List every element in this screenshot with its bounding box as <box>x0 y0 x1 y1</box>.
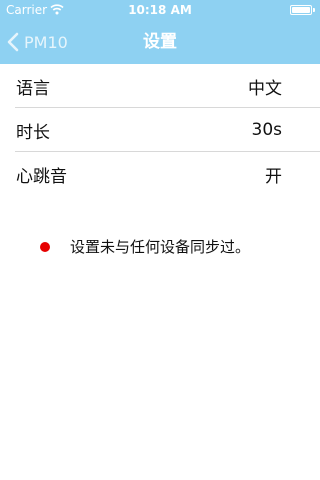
setting-value: 中文 <box>248 78 282 99</box>
chevron-left-icon <box>7 32 19 52</box>
settings-list: 语言 中文 时长 30s 心跳音 开 <box>0 64 320 196</box>
setting-row-duration[interactable]: 时长 30s <box>0 108 320 152</box>
setting-value: 开 <box>265 166 282 187</box>
setting-row-heartbeat-sound[interactable]: 心跳音 开 <box>0 152 320 196</box>
sync-notice: 设置未与任何设备同步过。 <box>40 236 250 257</box>
status-time: 10:18 AM <box>128 3 192 17</box>
back-label: PM10 <box>24 32 68 52</box>
setting-label: 心跳音 <box>16 166 67 187</box>
setting-value: 30s <box>251 120 283 140</box>
setting-label: 语言 <box>16 78 50 99</box>
navigation-bar: PM10 设置 <box>0 20 320 64</box>
setting-row-language[interactable]: 语言 中文 <box>0 64 320 108</box>
status-bar: Carrier 10:18 AM <box>0 0 320 20</box>
battery-icon <box>290 5 312 15</box>
status-dot-icon <box>40 241 50 252</box>
setting-label: 时长 <box>16 122 50 143</box>
back-button[interactable]: PM10 <box>6 20 68 64</box>
battery-tip <box>313 8 315 12</box>
sync-notice-text: 设置未与任何设备同步过。 <box>70 238 251 256</box>
